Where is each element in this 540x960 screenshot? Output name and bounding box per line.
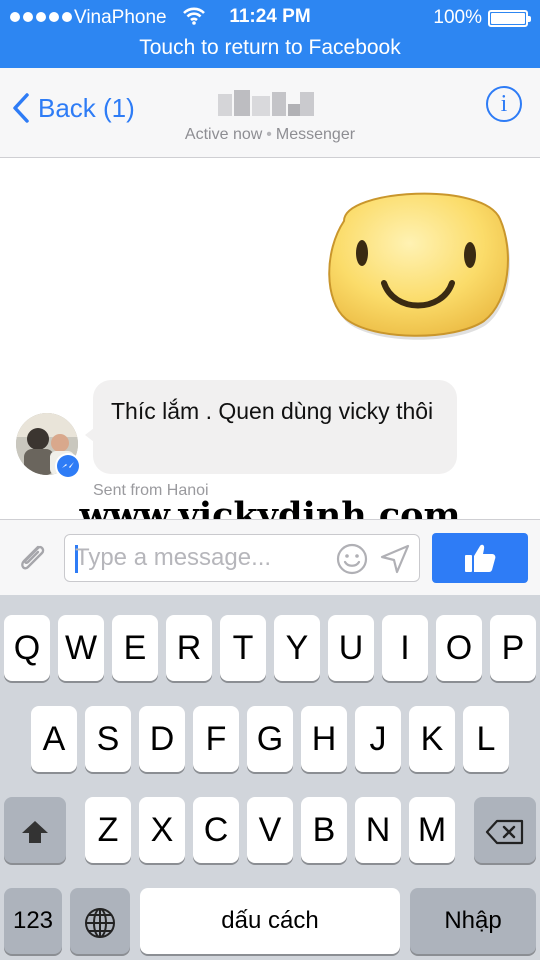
on-screen-keyboard: Q W E R T Y U I O P A S D F G H J K L Z … bbox=[0, 595, 540, 960]
key-a[interactable]: A bbox=[31, 706, 77, 772]
key-m[interactable]: M bbox=[409, 797, 455, 863]
app-name: Messenger bbox=[275, 126, 356, 143]
key-z[interactable]: Z bbox=[85, 797, 131, 863]
shift-key[interactable] bbox=[4, 797, 66, 863]
key-n[interactable]: N bbox=[355, 797, 401, 863]
separator-dot: • bbox=[266, 126, 272, 143]
active-status: Active now bbox=[184, 126, 263, 143]
back-label: Back (1) bbox=[38, 92, 135, 123]
status-bar: VinaPhone 11:24 PM 100% bbox=[0, 0, 540, 34]
return-key[interactable]: Nhập bbox=[410, 888, 536, 954]
message-input-box[interactable] bbox=[64, 534, 420, 582]
key-p[interactable]: P bbox=[490, 615, 536, 681]
chevron-left-icon bbox=[13, 93, 29, 123]
globe-icon bbox=[85, 908, 115, 939]
paperclip-icon[interactable] bbox=[14, 539, 50, 580]
shift-arrow-icon bbox=[22, 821, 48, 844]
message-input[interactable] bbox=[75, 535, 335, 581]
globe-key[interactable] bbox=[70, 888, 130, 954]
thumbs-up-icon bbox=[465, 544, 496, 572]
space-key[interactable]: dấu cách bbox=[140, 888, 400, 954]
presence-subtitle: Active now • Messenger bbox=[0, 126, 540, 144]
key-o[interactable]: O bbox=[436, 615, 482, 681]
conversation-header: Back (1) Active now • Messenger i bbox=[0, 68, 540, 158]
key-f[interactable]: F bbox=[193, 706, 239, 772]
send-arrow-icon[interactable] bbox=[379, 543, 411, 580]
key-l[interactable]: L bbox=[463, 706, 509, 772]
key-d[interactable]: D bbox=[139, 706, 185, 772]
key-w[interactable]: W bbox=[58, 615, 104, 681]
key-e[interactable]: E bbox=[112, 615, 158, 681]
return-to-facebook-banner[interactable]: VinaPhone 11:24 PM 100% Touch to return … bbox=[0, 0, 540, 68]
info-icon[interactable]: i bbox=[486, 86, 522, 122]
key-s[interactable]: S bbox=[85, 706, 131, 772]
key-g[interactable]: G bbox=[247, 706, 293, 772]
battery-icon bbox=[488, 10, 531, 27]
incoming-message-bubble[interactable]: Thíc lắm . Quen dùng vicky thôi bbox=[85, 380, 457, 474]
key-u[interactable]: U bbox=[328, 615, 374, 681]
battery-percentage: 100% bbox=[433, 7, 482, 28]
message-thread[interactable]: Thíc lắm . Quen dùng vicky thôi Sent fro… bbox=[0, 159, 540, 536]
key-c[interactable]: C bbox=[193, 797, 239, 863]
smiley-icon[interactable] bbox=[335, 542, 369, 581]
key-b[interactable]: B bbox=[301, 797, 347, 863]
messenger-badge-icon bbox=[55, 453, 81, 479]
numbers-key[interactable]: 123 bbox=[4, 888, 62, 954]
banner-text: Touch to return to Facebook bbox=[139, 36, 401, 59]
key-v[interactable]: V bbox=[247, 797, 293, 863]
key-q[interactable]: Q bbox=[4, 615, 50, 681]
key-j[interactable]: J bbox=[355, 706, 401, 772]
like-button[interactable] bbox=[432, 533, 528, 583]
backspace-icon bbox=[485, 819, 524, 845]
key-r[interactable]: R bbox=[166, 615, 212, 681]
smiley-sticker[interactable] bbox=[324, 181, 510, 346]
back-button[interactable]: Back (1) bbox=[12, 88, 135, 128]
key-y[interactable]: Y bbox=[274, 615, 320, 681]
key-i[interactable]: I bbox=[382, 615, 428, 681]
key-k[interactable]: K bbox=[409, 706, 455, 772]
delete-key[interactable] bbox=[474, 797, 536, 863]
contact-name-redacted bbox=[218, 90, 314, 120]
key-x[interactable]: X bbox=[139, 797, 185, 863]
key-h[interactable]: H bbox=[301, 706, 347, 772]
message-composer bbox=[0, 519, 540, 595]
key-t[interactable]: T bbox=[220, 615, 266, 681]
